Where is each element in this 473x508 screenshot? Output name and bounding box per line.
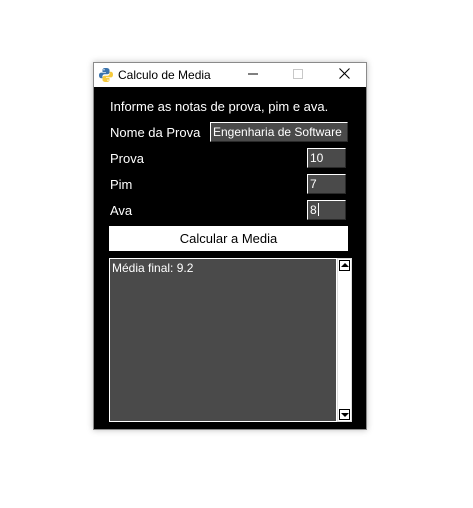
prova-label: Prova <box>110 151 144 166</box>
arrow-up-icon <box>341 263 349 267</box>
title-bar[interactable]: Calculo de Media <box>94 63 366 87</box>
maximize-icon <box>293 66 303 84</box>
ava-value: 8 <box>310 203 317 217</box>
calcular-media-button[interactable]: Calcular a Media <box>109 226 348 251</box>
python-icon <box>98 67 114 83</box>
prova-value: 10 <box>310 151 324 165</box>
pim-label: Pim <box>110 177 133 192</box>
close-button[interactable] <box>322 63 366 87</box>
ava-input[interactable]: 8 <box>307 200 346 220</box>
text-caret <box>317 203 319 216</box>
result-textarea[interactable]: Média final: 9.2 <box>109 258 337 422</box>
arrow-down-icon <box>341 413 349 417</box>
minimize-button[interactable] <box>231 63 275 87</box>
prova-input[interactable]: 10 <box>307 148 346 168</box>
nome-prova-value: Engenharia de Software <box>213 125 342 139</box>
result-text: Média final: 9.2 <box>112 261 194 275</box>
app-window: Calculo de Media Informe as notas de pro… <box>93 62 367 430</box>
nome-prova-label: Nome da Prova <box>110 125 201 140</box>
scroll-down-button[interactable] <box>339 409 350 420</box>
nome-prova-input[interactable]: Engenharia de Software <box>210 122 348 142</box>
instructions-label: Informe as notas de prova, pim e ava. <box>110 99 329 114</box>
close-icon <box>338 66 350 84</box>
pim-input[interactable]: 7 <box>307 174 346 194</box>
ava-label: Ava <box>110 203 133 218</box>
scroll-up-button[interactable] <box>339 260 350 271</box>
minimize-icon <box>248 66 258 84</box>
result-scrollbar[interactable] <box>337 258 352 422</box>
window-title: Calculo de Media <box>118 68 211 82</box>
pim-value: 7 <box>310 177 317 191</box>
maximize-button <box>276 63 320 87</box>
